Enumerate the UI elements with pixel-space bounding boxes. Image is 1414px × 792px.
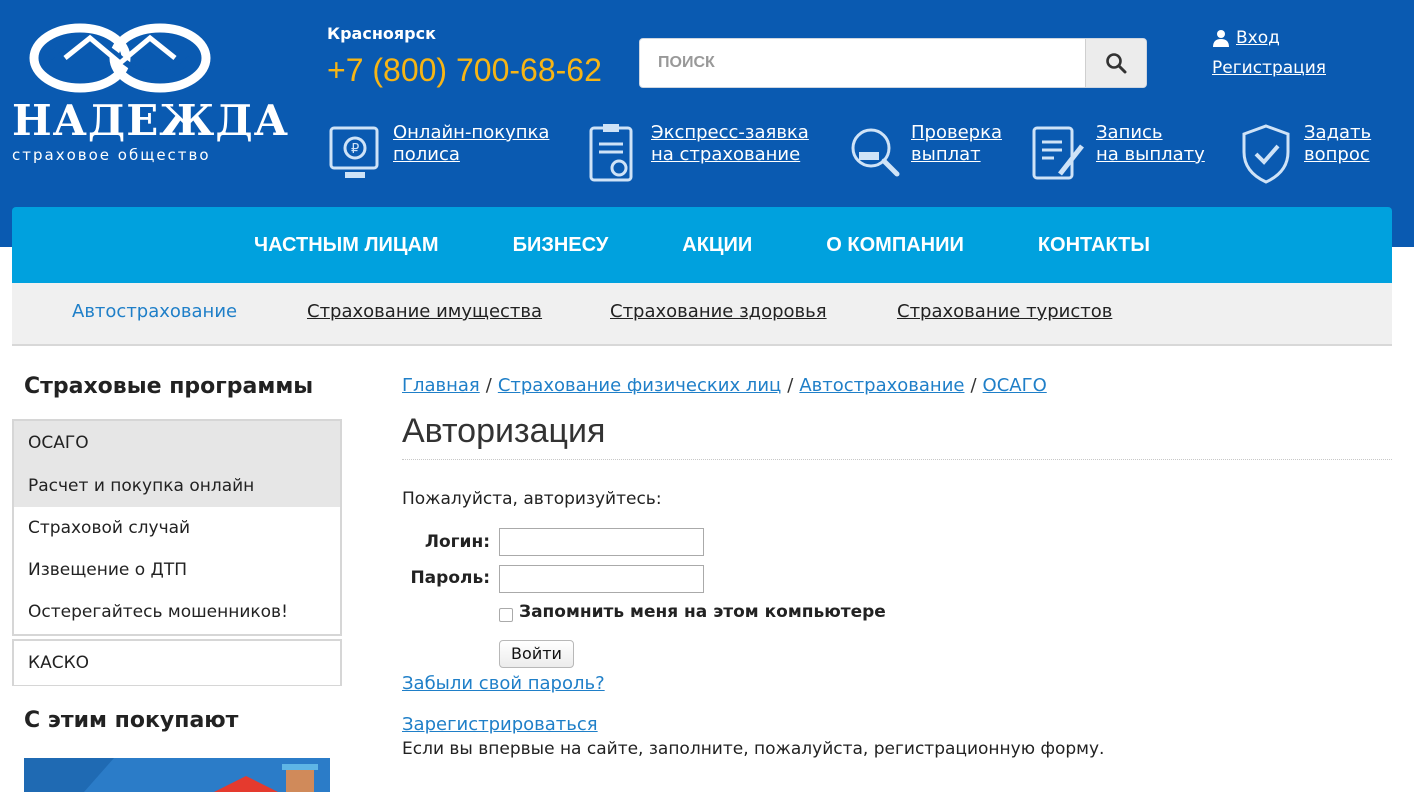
- password-field[interactable]: [499, 565, 704, 593]
- quick-link-label-1[interactable]: Запись: [1096, 122, 1205, 144]
- breadcrumb-separator: /: [485, 375, 492, 396]
- title-divider: [402, 459, 1392, 460]
- nav-private-persons[interactable]: ЧАСТНЫМ ЛИЦАМ: [254, 234, 439, 257]
- breadcrumb-osago[interactable]: ОСАГО: [983, 375, 1047, 396]
- quick-link-online-purchase[interactable]: ₽ Онлайн-покупка полиса: [327, 122, 549, 188]
- user-icon: [1213, 30, 1229, 47]
- sub-nav: Автострахование Страхование имущества Ст…: [12, 283, 1392, 346]
- sidebar-item-online-purchase[interactable]: Расчет и покупка онлайн: [14, 465, 340, 507]
- login-field[interactable]: [499, 528, 704, 556]
- breadcrumb: Главная / Страхование физических лиц / Автос…: [402, 375, 1047, 396]
- subnav-travel[interactable]: Страхование туристов: [897, 301, 1112, 322]
- quick-link-express-application[interactable]: Экспресс-заявка на страхование: [585, 122, 809, 188]
- sidebar-item-fraud-warning[interactable]: Остерегайтесь мошенников!: [14, 591, 340, 633]
- login-link[interactable]: Вход: [1236, 28, 1280, 48]
- breadcrumb-home[interactable]: Главная: [402, 375, 480, 396]
- login-submit-button[interactable]: Войти: [499, 640, 574, 668]
- auth-intro: Пожалуйста, авторизуйтесь:: [402, 489, 662, 509]
- breadcrumb-separator: /: [970, 375, 977, 396]
- search-icon: [1106, 53, 1127, 74]
- subnav-auto[interactable]: Автострахование: [72, 301, 237, 322]
- quick-link-payment-check[interactable]: Проверка выплат: [845, 122, 1002, 188]
- breadcrumb-auto[interactable]: Автострахование: [799, 375, 964, 396]
- quick-link-label-1[interactable]: Задать: [1304, 122, 1371, 144]
- payout-signup-icon: [1032, 126, 1084, 180]
- sidebar-title: Страховые программы: [24, 374, 314, 399]
- quick-link-payout-signup[interactable]: Запись на выплату: [1030, 122, 1205, 188]
- payment-check-icon: [851, 128, 900, 177]
- nav-business[interactable]: БИЗНЕСУ: [513, 234, 609, 257]
- quick-link-label-1[interactable]: Экспресс-заявка: [651, 122, 809, 144]
- quick-link-label-2[interactable]: полиса: [393, 144, 549, 166]
- sidebar-item-accident-notice[interactable]: Извещение о ДТП: [14, 549, 340, 591]
- nav-about[interactable]: О КОМПАНИИ: [826, 234, 964, 257]
- city-selector[interactable]: Красноярск: [327, 24, 436, 43]
- sidebar-group-kasko: КАСКО: [12, 639, 342, 686]
- remember-me-checkbox[interactable]: [499, 608, 513, 622]
- nav-contacts[interactable]: КОНТАКТЫ: [1038, 234, 1150, 257]
- express-application-icon: [589, 124, 633, 182]
- quick-link-label-2[interactable]: выплат: [911, 144, 1002, 166]
- sidebar-group-header[interactable]: КАСКО: [14, 641, 340, 685]
- forgot-password-link[interactable]: Забыли свой пароль?: [402, 673, 605, 694]
- register-link-wrap: Регистрация: [1212, 58, 1326, 78]
- remember-me: Запомнить меня на этом компьютере: [499, 602, 886, 622]
- register-link[interactable]: Регистрация: [1212, 58, 1326, 78]
- login-link-wrap: Вход: [1212, 28, 1280, 48]
- main-nav: ЧАСТНЫМ ЛИЦАМ БИЗНЕСУ АКЦИИ О КОМПАНИИ К…: [12, 207, 1392, 283]
- quick-link-label-1[interactable]: Проверка: [911, 122, 1002, 144]
- shield-question-icon: [1242, 124, 1290, 184]
- phone-number[interactable]: +7 (800) 700-68-62: [327, 52, 602, 89]
- logo-wordmark: НАДЕЖДА: [12, 96, 289, 145]
- search-button[interactable]: [1085, 39, 1146, 87]
- subnav-property[interactable]: Страхование имущества: [307, 301, 542, 322]
- quick-link-label-2[interactable]: вопрос: [1304, 144, 1371, 166]
- breadcrumb-individuals[interactable]: Страхование физических лиц: [498, 375, 781, 396]
- page-title: Авторизация: [402, 412, 606, 450]
- nav-promotions[interactable]: АКЦИИ: [682, 234, 752, 257]
- password-label: Пароль:: [410, 568, 490, 588]
- quick-link-label-2[interactable]: на выплату: [1096, 144, 1205, 166]
- search-input[interactable]: [640, 39, 1086, 87]
- quick-link-ask-question[interactable]: Задать вопрос: [1238, 122, 1371, 188]
- register-link-main[interactable]: Зарегистрироваться: [402, 714, 598, 735]
- subnav-health[interactable]: Страхование здоровья: [610, 301, 827, 322]
- promo-banner[interactable]: [24, 758, 330, 792]
- quick-link-label-1[interactable]: Онлайн-покупка: [393, 122, 549, 144]
- breadcrumb-separator: /: [787, 375, 794, 396]
- remember-me-label: Запомнить меня на этом компьютере: [519, 602, 886, 622]
- online-purchase-icon: ₽: [329, 126, 379, 178]
- register-note: Если вы впервые на сайте, заполните, пож…: [402, 739, 1105, 759]
- sidebar-item-insured-event[interactable]: Страховой случай: [14, 507, 340, 549]
- quick-link-label-2[interactable]: на страхование: [651, 144, 809, 166]
- sidebar-group-osago: ОСАГО Расчет и покупка онлайн Страховой …: [12, 419, 342, 636]
- search-bar: [639, 38, 1147, 88]
- logo-tagline: страховое общество: [12, 146, 211, 164]
- login-label: Логин:: [424, 532, 490, 552]
- promo-house-image: [24, 758, 330, 792]
- logo-emblem: [29, 23, 211, 93]
- cross-sell-title: С этим покупают: [24, 708, 239, 733]
- sidebar-group-header[interactable]: ОСАГО: [14, 421, 340, 465]
- svg-text:₽: ₽: [351, 142, 359, 157]
